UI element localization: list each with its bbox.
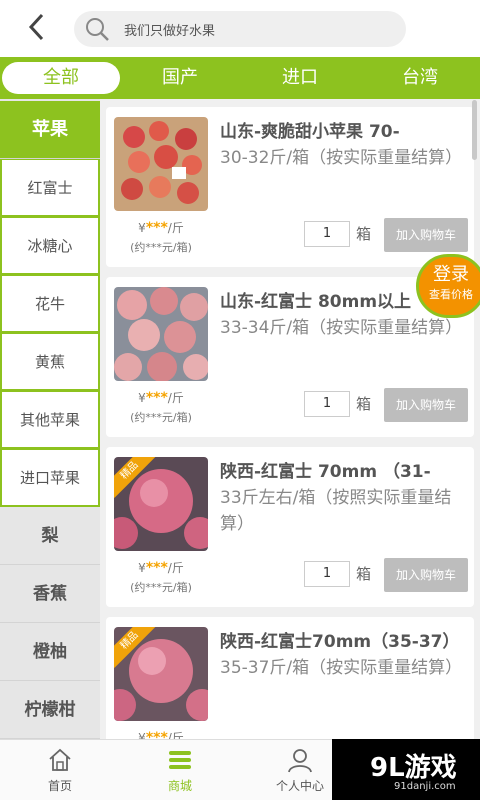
watermark-brand: 9L游戏 [370,753,457,783]
nav-home[interactable]: 首页 [20,746,100,794]
subcategory-other-apple[interactable]: 其他苹果 [0,391,100,449]
add-to-cart-button[interactable]: 加入购物车 [384,388,468,422]
search-placeholder: 我们只做好水果 [124,24,216,39]
search-input[interactable]: 我们只做好水果 [74,11,406,47]
subcategory-fuji[interactable]: 红富士 [0,159,100,217]
login-float-button[interactable]: 登录 查看价格 [416,254,480,318]
product-card[interactable]: ¥***/斤 (约***元/箱) 山东-爽脆甜小苹果 70- 30-32斤/箱（按… [106,107,474,267]
add-to-cart-button[interactable]: 加入购物车 [384,218,468,252]
product-name: 陕西-红富士70mm（35-37） 35-37斤/箱（按实际重量结算） [220,632,463,678]
tab-imported[interactable]: 进口 [250,62,350,94]
nav-profile-label: 个人中心 [275,779,324,793]
product-image[interactable] [114,117,208,211]
quantity-unit: 箱 [356,395,372,413]
approx-box-price: (约***元/箱) [130,241,192,254]
region-tab-bar: 全部 国产 进口 台湾 [0,57,480,99]
nav-mall[interactable]: 商城 [140,746,220,794]
watermark-url: 91danji.com [394,781,456,792]
login-subtitle: 查看价格 [429,288,473,301]
nav-mall-label: 商城 [167,779,192,793]
price-label: ¥***/斤 [138,220,184,236]
subcategory-imported-apple[interactable]: 进口苹果 [0,449,100,507]
search-icon [84,16,110,42]
subcategory-huangjiao[interactable]: 黄蕉 [0,333,100,391]
product-image[interactable]: 精品 [114,457,208,551]
quantity-input[interactable]: 1 [304,561,350,587]
back-icon[interactable] [22,12,52,42]
watermark: 9L游戏 91danji.com [332,739,480,800]
price-label: ¥***/斤 [138,560,184,576]
quantity-unit: 箱 [356,565,372,583]
category-banana[interactable]: 香蕉 [0,565,100,623]
quantity-input[interactable]: 1 [304,391,350,417]
product-name: 山东-爽脆甜小苹果 70- 30-32斤/箱（按实际重量结算） [220,122,463,168]
home-icon [49,748,71,771]
product-image[interactable] [114,287,208,381]
product-name: 陕西-红富士 70mm （31- 33斤左右/箱（按照实际重量结算） [220,462,452,534]
price-label: ¥***/斤 [138,390,184,406]
tab-all[interactable]: 全部 [2,62,120,94]
top-bar: 我们只做好水果 [0,0,480,57]
quantity-unit: 箱 [356,225,372,243]
category-pear[interactable]: 梨 [0,507,100,565]
category-sidebar: 苹果 红富士 冰糖心 花牛 黄蕉 其他苹果 进口苹果 梨 香蕉 橙柚 柠檬柑 [0,99,100,739]
product-card[interactable]: 精品 ¥***/斤 陕西-红富士70mm（35-37） 35-37斤/箱（按实际重… [106,617,474,739]
nav-home-label: 首页 [47,779,72,793]
add-to-cart-button[interactable]: 加入购物车 [384,558,468,592]
nav-profile[interactable]: 个人中心 [260,746,340,794]
quantity-input[interactable]: 1 [304,221,350,247]
product-list[interactable]: ¥***/斤 (约***元/箱) 山东-爽脆甜小苹果 70- 30-32斤/箱（按… [100,99,480,739]
subcategory-bingtangxin[interactable]: 冰糖心 [0,217,100,275]
product-card[interactable]: 精品 ¥***/斤 (约***元/箱) 陕西-红富士 70mm （31- 33斤左… [106,447,474,607]
category-citrus[interactable]: 橙柚 [0,623,100,681]
price-label: ¥***/斤 [138,730,184,739]
category-apple[interactable]: 苹果 [0,101,100,159]
category-lemon[interactable]: 柠檬柑 [0,681,100,739]
scrollbar[interactable] [472,100,477,160]
product-image[interactable]: 精品 [114,627,208,721]
approx-box-price: (约***元/箱) [130,411,192,424]
tab-taiwan[interactable]: 台湾 [370,62,470,94]
user-icon [288,749,312,773]
subcategory-huaniu[interactable]: 花牛 [0,275,100,333]
login-title: 登录 [433,264,469,285]
tab-domestic[interactable]: 国产 [130,62,230,94]
menu-icon [169,751,191,769]
approx-box-price: (约***元/箱) [130,581,192,594]
